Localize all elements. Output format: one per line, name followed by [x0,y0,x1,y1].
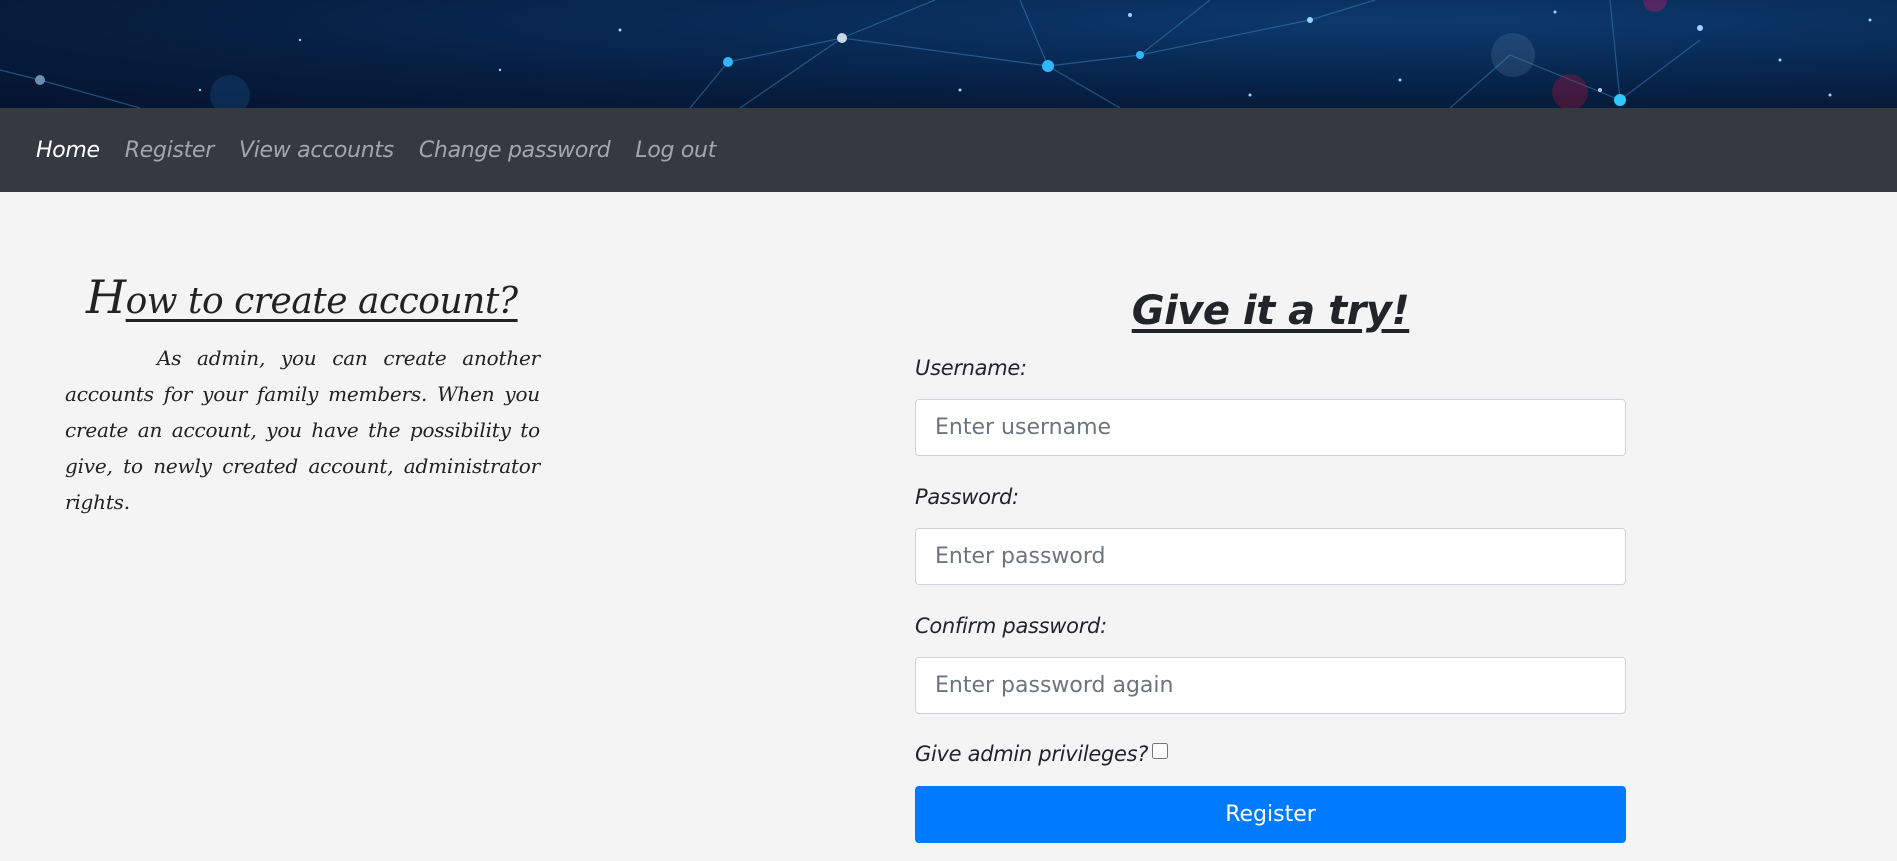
admin-privileges-label: Give admin privileges? [915,742,1149,766]
info-heading-rest: ow to create account? [125,281,518,322]
header-banner-image [0,0,1897,108]
nav-view-accounts[interactable]: View accounts [239,138,394,163]
username-label: Username: [915,356,1027,380]
admin-privileges-row: Give admin privileges? [915,742,1169,766]
network-graphic [0,0,1872,108]
form-heading: Give it a try! [1131,288,1410,334]
info-heading-initial: H [86,270,126,324]
admin-privileges-checkbox[interactable] [1152,743,1169,759]
confirm-password-label: Confirm password: [915,614,1107,638]
page: Home Register View accounts Change passw… [0,0,1897,861]
main-navbar: Home Register View accounts Change passw… [0,108,1897,192]
password-input[interactable] [915,528,1626,585]
info-heading: How to create account? [86,270,526,324]
register-button[interactable]: Register [915,786,1626,843]
confirm-password-input[interactable] [915,657,1626,714]
info-paragraph: As admin, you can create another account… [65,346,540,514]
nav-log-out[interactable]: Log out [635,138,716,163]
nav-home[interactable]: Home [36,138,100,163]
nav-change-password[interactable]: Change password [419,138,611,163]
password-label: Password: [915,485,1019,509]
nav-register[interactable]: Register [125,138,214,163]
username-input[interactable] [915,399,1626,456]
